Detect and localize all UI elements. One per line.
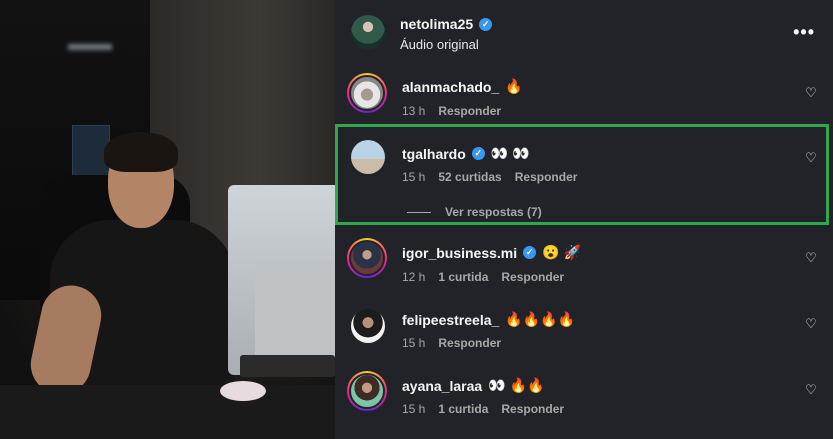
comment-likes[interactable]: 1 curtida bbox=[438, 270, 488, 284]
post-author-row: netolima25 ✓ bbox=[400, 16, 493, 32]
shelf-light bbox=[68, 44, 112, 50]
reply-button[interactable]: Responder bbox=[438, 104, 501, 118]
reply-button[interactable]: Responder bbox=[438, 336, 501, 350]
comment-time[interactable]: 15 h bbox=[402, 170, 425, 184]
comment-time[interactable]: 15 h bbox=[402, 336, 425, 350]
comments-panel: netolima25 ✓ Áudio original ••• alanmach… bbox=[335, 0, 833, 439]
comment-text: 😮 🚀 bbox=[542, 244, 581, 260]
video-player[interactable] bbox=[0, 0, 335, 439]
comment-header: ayana_laraa 👀 🔥🔥 bbox=[402, 377, 544, 394]
replies-divider bbox=[407, 211, 431, 213]
comment-avatar[interactable] bbox=[351, 309, 385, 343]
keyboard bbox=[240, 355, 335, 377]
monitor-stand bbox=[255, 260, 335, 370]
comment-avatar[interactable] bbox=[347, 73, 387, 113]
comment-username[interactable]: tgalhardo bbox=[402, 146, 466, 162]
comment-text: 👀 👀 bbox=[490, 145, 530, 161]
comment-username[interactable]: alanmachado_ bbox=[402, 79, 499, 95]
heart-outline-icon[interactable]: ♡ bbox=[803, 382, 819, 398]
comment-avatar[interactable] bbox=[347, 238, 387, 278]
post-author-avatar[interactable] bbox=[351, 15, 385, 49]
avatar-image bbox=[349, 240, 385, 276]
verified-badge-icon: ✓ bbox=[471, 147, 485, 160]
comment-meta: 15 h Responder bbox=[402, 336, 501, 350]
comment-username[interactable]: igor_business.mi bbox=[402, 245, 517, 261]
avatar-image bbox=[349, 373, 385, 409]
comment-meta: 15 h 1 curtida Responder bbox=[402, 402, 564, 416]
comment-meta: 15 h 52 curtidas Responder bbox=[402, 170, 577, 184]
reply-button[interactable]: Responder bbox=[501, 402, 564, 416]
mouse bbox=[220, 381, 266, 401]
comment-avatar[interactable] bbox=[347, 371, 387, 411]
comment-header: tgalhardo ✓ 👀 👀 bbox=[402, 145, 530, 162]
verified-badge-icon: ✓ bbox=[523, 246, 537, 259]
comment-meta: 13 h Responder bbox=[402, 104, 501, 118]
comment-likes[interactable]: 52 curtidas bbox=[438, 170, 501, 184]
avatar-image bbox=[351, 15, 385, 49]
comment-time[interactable]: 12 h bbox=[402, 270, 425, 284]
comment-meta: 12 h 1 curtida Responder bbox=[402, 270, 564, 284]
comment-text: 🔥🔥🔥🔥 bbox=[505, 311, 576, 327]
avatar-image bbox=[351, 309, 385, 343]
person-hair bbox=[104, 132, 178, 172]
heart-outline-icon[interactable]: ♡ bbox=[803, 150, 819, 166]
view-replies-label[interactable]: Ver respostas (7) bbox=[445, 205, 542, 219]
desk bbox=[0, 385, 335, 439]
post-author-username[interactable]: netolima25 bbox=[400, 16, 473, 32]
comment-text: 👀 🔥🔥 bbox=[488, 377, 545, 393]
more-horizontal-icon[interactable]: ••• bbox=[793, 22, 815, 43]
reply-button[interactable]: Responder bbox=[501, 270, 564, 284]
comment-header: igor_business.mi ✓ 😮 🚀 bbox=[402, 244, 581, 261]
view-replies-button[interactable]: Ver respostas (7) bbox=[407, 205, 542, 219]
post-header: netolima25 ✓ Áudio original ••• bbox=[335, 0, 833, 66]
comment-header: alanmachado_ 🔥 bbox=[402, 78, 523, 95]
comment-header: felipeestreela_ 🔥🔥🔥🔥 bbox=[402, 311, 575, 328]
avatar-image bbox=[349, 75, 385, 111]
audio-label[interactable]: Áudio original bbox=[400, 37, 479, 52]
comment-time[interactable]: 13 h bbox=[402, 104, 425, 118]
verified-badge-icon: ✓ bbox=[479, 17, 493, 31]
comment-time[interactable]: 15 h bbox=[402, 402, 425, 416]
reply-button[interactable]: Responder bbox=[515, 170, 578, 184]
comment-text: 🔥 bbox=[505, 78, 523, 94]
comment-username[interactable]: felipeestreela_ bbox=[402, 312, 499, 328]
heart-outline-icon[interactable]: ♡ bbox=[803, 85, 819, 101]
heart-outline-icon[interactable]: ♡ bbox=[803, 250, 819, 266]
comment-username[interactable]: ayana_laraa bbox=[402, 378, 482, 394]
heart-outline-icon[interactable]: ♡ bbox=[803, 316, 819, 332]
comment-avatar[interactable] bbox=[351, 140, 385, 174]
comment-likes[interactable]: 1 curtida bbox=[438, 402, 488, 416]
avatar-image bbox=[351, 140, 385, 174]
